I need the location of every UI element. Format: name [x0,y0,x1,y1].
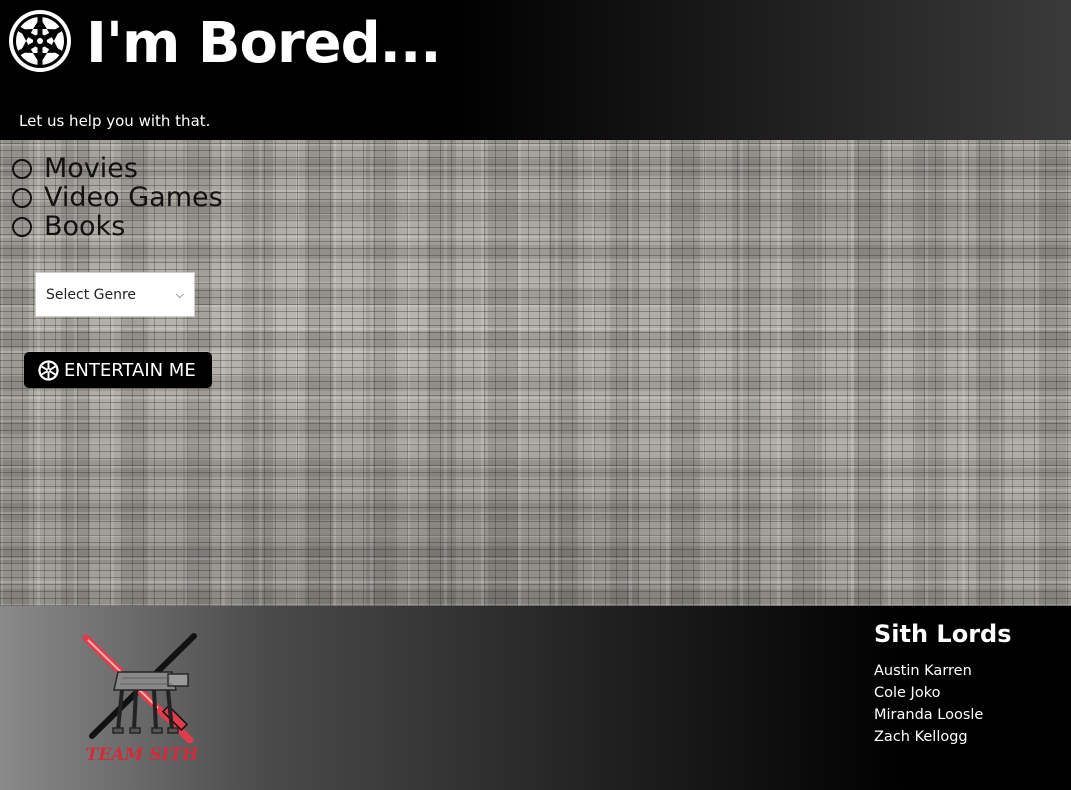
radio-button[interactable] [12,216,32,237]
team-sith-logo: TEAM SITH [82,633,199,765]
entertain-me-label: ENTERTAIN ME [64,359,196,381]
genre-select-value: Select Genre [46,286,137,303]
radio-label: Movies [44,153,138,184]
team-sith-logo-text: TEAM SITH [86,745,199,765]
credits-item: Austin Karren [874,663,972,679]
radio-label: Books [44,211,126,242]
radio-label: Video Games [44,182,223,213]
site-title: I'm Bored... [86,11,441,76]
radio-option-video-games[interactable]: Video Games [12,182,223,213]
genre-select[interactable]: Select Genre ⌵ [35,272,195,317]
credits-item: Miranda Loosle [874,707,984,723]
tagline: Let us help you with that. [19,112,211,130]
credits-list: Austin Karren Cole Joko Miranda Loosle Z… [874,660,983,748]
credits-title: Sith Lords [874,620,1012,648]
radio-option-movies[interactable]: Movies [12,153,223,184]
credits-item: Zach Kellogg [874,729,968,745]
chevron-down-icon: ⌵ [175,287,184,301]
radio-button[interactable] [12,187,32,208]
credits-item: Cole Joko [874,685,941,701]
entertain-me-button[interactable]: ENTERTAIN ME [24,352,212,388]
imperial-emblem-icon [9,10,71,72]
site-header: I'm Bored... Let us help you with that. [0,0,1071,140]
radio-button[interactable] [12,158,32,179]
radio-option-books[interactable]: Books [12,211,223,242]
media-type-radio-group: Movies Video Games Books [12,153,223,242]
imperial-emblem-icon [38,359,59,381]
